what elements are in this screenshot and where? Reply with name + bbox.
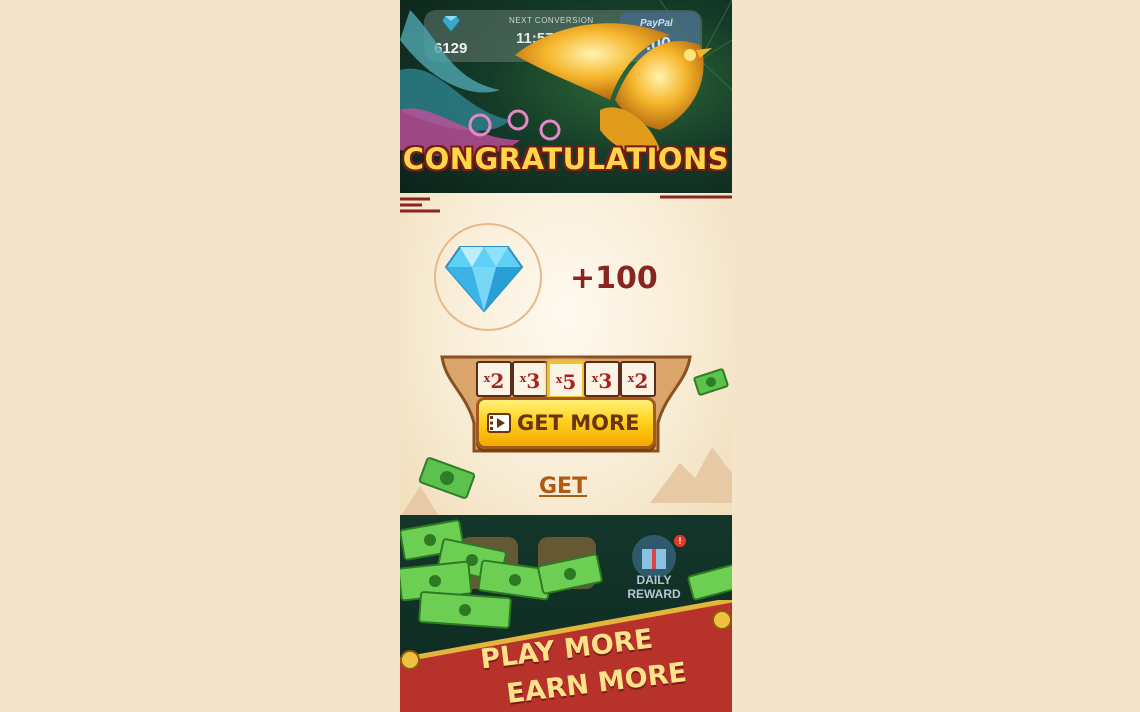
multiplier-x5-selected: x5 (547, 361, 585, 399)
cloud-decoration (400, 195, 732, 213)
multiplier-x3-right: x3 (584, 361, 620, 397)
mountain-decoration (400, 486, 440, 518)
congratulations-title: CONGRATULATIONS (402, 142, 730, 176)
video-ad-icon (487, 413, 511, 433)
diamond-icon (444, 246, 524, 313)
mountain-decoration (650, 447, 732, 503)
get-link[interactable]: GET (539, 474, 587, 499)
game-top-area: 6129 NEXT CONVERSION 11:57:51 PayPal 0.0… (400, 0, 732, 205)
multiplier-x2-right: x2 (620, 361, 656, 397)
reward-panel: +100 x2 x3 x5 x3 x2 GET MORE GET (400, 193, 732, 538)
game-screen: 6129 NEXT CONVERSION 11:57:51 PayPal 0.0… (400, 0, 732, 712)
reward-amount: +100 (570, 261, 658, 296)
get-more-label: GET MORE (517, 411, 640, 435)
multiplier-x2-left: x2 (476, 361, 512, 397)
multiplier-x3-left: x3 (512, 361, 548, 397)
cash-bill-icon (693, 368, 729, 396)
get-more-button[interactable]: GET MORE (476, 397, 656, 449)
